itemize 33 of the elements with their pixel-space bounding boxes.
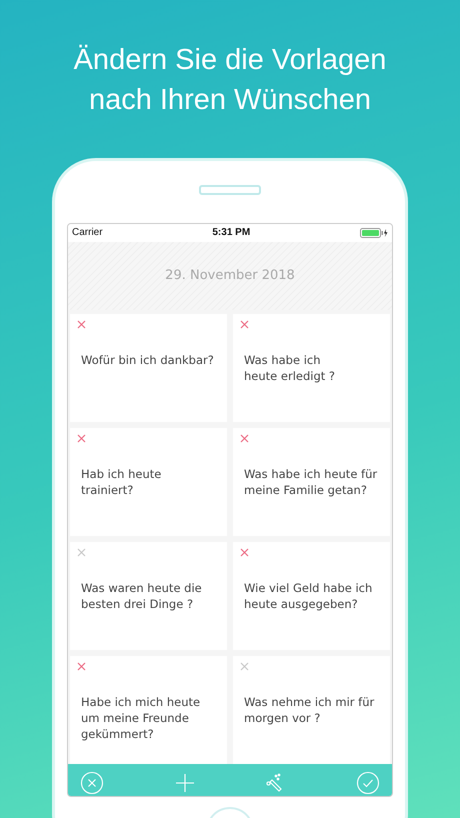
template-card[interactable]: Was waren heute die besten drei Dinge ? bbox=[70, 542, 227, 650]
confirm-icon[interactable] bbox=[356, 770, 380, 795]
carrier-label: Carrier bbox=[72, 227, 103, 238]
delete-icon[interactable] bbox=[77, 548, 86, 557]
cancel-icon[interactable] bbox=[80, 770, 104, 795]
template-card[interactable]: Was nehme ich mir für morgen vor ? bbox=[233, 656, 390, 764]
template-card[interactable]: Habe ich mich heute um meine Freunde gekümmert? bbox=[70, 656, 227, 764]
template-card[interactable]: Wofür bin ich dankbar? bbox=[70, 314, 227, 422]
date-label: 29. November 2018 bbox=[165, 268, 295, 284]
battery-icon bbox=[360, 228, 388, 238]
template-card[interactable]: Was habe ich heute für meine Familie getan? bbox=[233, 428, 390, 536]
template-card[interactable]: Wie viel Geld habe ich heute ausgegeben? bbox=[233, 542, 390, 650]
card-text: Was nehme ich mir für morgen vor ? bbox=[244, 694, 374, 726]
delete-icon[interactable] bbox=[77, 320, 86, 329]
card-text: Was waren heute die besten drei Dinge ? bbox=[81, 580, 202, 612]
delete-icon[interactable] bbox=[77, 662, 86, 671]
add-icon[interactable] bbox=[174, 772, 195, 793]
card-text: Was habe ich heute für meine Familie getan? bbox=[244, 466, 378, 498]
template-card[interactable]: Hab ich heute trainiert? bbox=[70, 428, 227, 536]
delete-icon[interactable] bbox=[240, 320, 249, 329]
card-text: Habe ich mich heute um meine Freunde gekümmert? bbox=[81, 694, 200, 742]
status-time: 5:31 PM bbox=[212, 227, 250, 238]
delete-icon[interactable] bbox=[240, 434, 249, 443]
card-text: Wofür bin ich dankbar? bbox=[81, 352, 214, 368]
template-card[interactable]: Was habe ich heute erledigt ? bbox=[233, 314, 390, 422]
delete-icon[interactable] bbox=[240, 662, 249, 671]
headline: Ändern Sie die Vorlagen nach Ihren Wünschen bbox=[72, 43, 388, 118]
card-text: Hab ich heute trainiert? bbox=[81, 466, 162, 498]
card-text: Was habe ich heute erledigt ? bbox=[244, 352, 336, 384]
delete-icon[interactable] bbox=[240, 548, 249, 557]
speaker-slot bbox=[199, 185, 261, 195]
delete-icon[interactable] bbox=[77, 434, 86, 443]
card-text: Wie viel Geld habe ich heute ausgegeben? bbox=[244, 580, 372, 612]
